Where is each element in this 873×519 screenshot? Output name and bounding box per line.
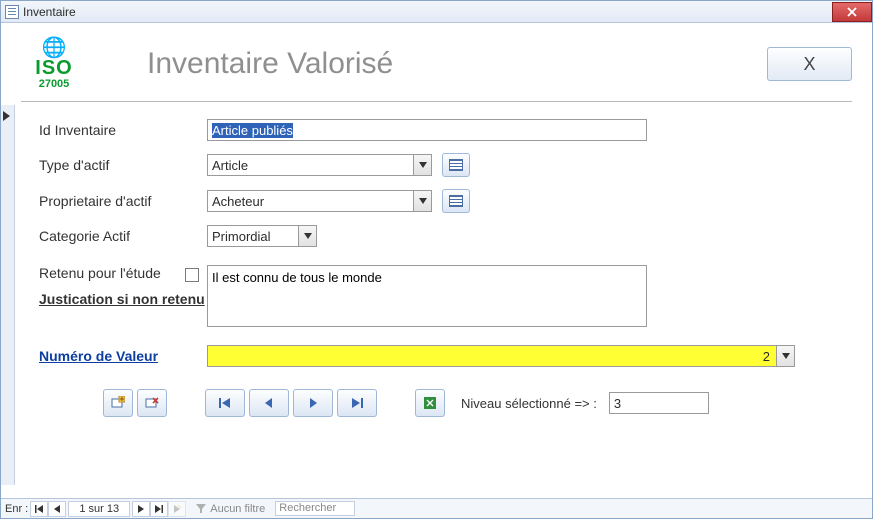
filter-text: Aucun filtre [210, 503, 265, 515]
status-nav-next[interactable] [132, 501, 150, 517]
niveau-field[interactable]: 3 [609, 392, 709, 414]
numero-valeur-value: 2 [208, 349, 776, 364]
type-actif-value: Article [208, 158, 413, 173]
form-list-icon [449, 159, 463, 171]
categorie-value: Primordial [208, 229, 298, 244]
delete-record-button[interactable] [137, 389, 167, 417]
nav-first-button[interactable] [205, 389, 245, 417]
window-close-button[interactable] [832, 2, 872, 22]
page-title: Inventaire Valorisé [87, 47, 767, 81]
label-proprietaire: Proprietaire d'actif [39, 193, 207, 209]
form-close-button[interactable]: X [767, 47, 852, 81]
record-navigation-bar: Enr : 1 sur 13 Aucun filtre Rechercher [1, 498, 872, 518]
chevron-down-icon[interactable] [413, 191, 431, 211]
form-list-icon [449, 195, 463, 207]
record-position[interactable]: 1 sur 13 [68, 501, 130, 517]
proprietaire-value: Acheteur [208, 194, 413, 209]
numero-valeur-link[interactable]: Numéro de Valeur [39, 348, 207, 364]
new-record-button[interactable] [103, 389, 133, 417]
label-type-actif: Type d'actif [39, 157, 207, 173]
label-id-inventaire: Id Inventaire [39, 122, 207, 138]
categorie-combo[interactable]: Primordial [207, 225, 317, 247]
status-nav-new [168, 501, 186, 517]
id-inventaire-field[interactable]: Article publiés [207, 119, 647, 141]
filter-indicator[interactable]: Aucun filtre [196, 503, 265, 515]
excel-button[interactable] [415, 389, 445, 417]
label-retenu: Retenu pour l'étude [39, 265, 161, 281]
chevron-down-icon[interactable] [776, 346, 794, 366]
justification-textarea[interactable] [207, 265, 647, 327]
type-actif-combo[interactable]: Article [207, 154, 432, 176]
niveau-value: 3 [614, 396, 621, 411]
chevron-down-icon[interactable] [298, 226, 316, 246]
numero-valeur-combo[interactable]: 2 [207, 345, 795, 367]
status-nav-prev[interactable] [48, 501, 66, 517]
iso-text: ISO [35, 58, 72, 78]
enr-label: Enr : [5, 503, 28, 515]
globe-icon: 🌐 [42, 38, 67, 58]
window-title: Inventaire [23, 5, 76, 19]
proprietaire-lookup-button[interactable] [442, 189, 470, 213]
iso-logo: 🌐 ISO 27005 [21, 31, 87, 97]
type-actif-lookup-button[interactable] [442, 153, 470, 177]
nav-last-button[interactable] [337, 389, 377, 417]
proprietaire-combo[interactable]: Acheteur [207, 190, 432, 212]
form-icon [5, 5, 19, 19]
iso-code: 27005 [39, 78, 70, 90]
nav-prev-button[interactable] [249, 389, 289, 417]
chevron-down-icon[interactable] [413, 155, 431, 175]
status-nav-first[interactable] [30, 501, 48, 517]
id-inventaire-value: Article publiés [212, 123, 293, 138]
label-justification: Justication si non retenu [39, 291, 207, 307]
funnel-icon [196, 504, 206, 514]
retenu-checkbox[interactable] [185, 268, 199, 282]
nav-next-button[interactable] [293, 389, 333, 417]
record-selector[interactable] [1, 105, 15, 485]
label-niveau: Niveau sélectionné => : [461, 396, 597, 411]
label-categorie: Categorie Actif [39, 228, 207, 244]
status-nav-last[interactable] [150, 501, 168, 517]
search-box[interactable]: Rechercher [275, 501, 355, 516]
current-record-icon [3, 111, 10, 121]
titlebar: Inventaire [1, 1, 872, 23]
